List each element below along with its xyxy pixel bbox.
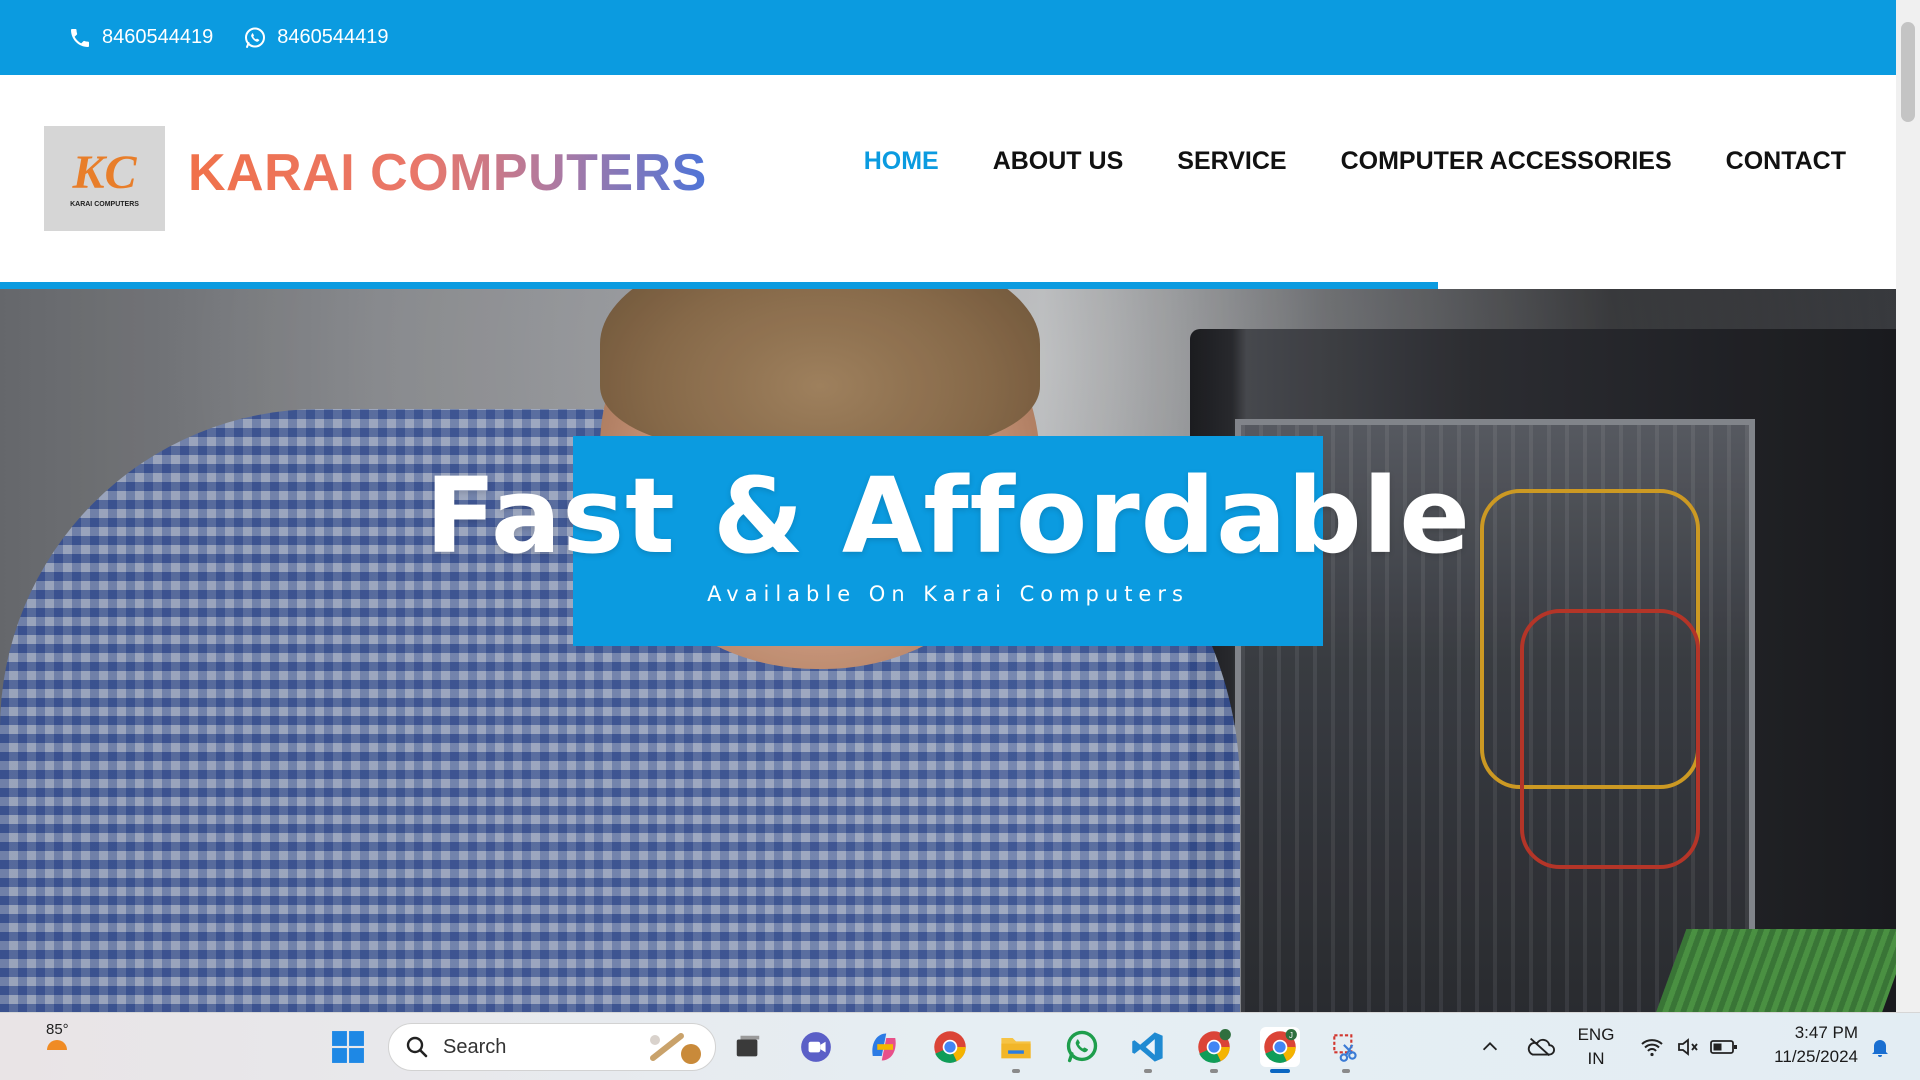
header-accent-line	[0, 282, 1438, 289]
taskbar-search[interactable]: Search	[388, 1023, 716, 1071]
weather-sun-icon	[47, 1040, 68, 1050]
whatsapp-icon[interactable]	[1062, 1027, 1102, 1067]
hero-banner	[0, 289, 1896, 1012]
weather-temperature: 85°	[46, 1021, 69, 1038]
battery-icon[interactable]	[1704, 1027, 1744, 1067]
nav-about-us[interactable]: ABOUT US	[993, 147, 1124, 176]
app-running-indicator	[1210, 1069, 1218, 1073]
whatsapp-icon	[245, 27, 266, 48]
logo-subtext: KARAI COMPUTERS	[70, 201, 139, 208]
app-running-indicator	[1012, 1069, 1020, 1073]
site-logo[interactable]: KC KARAI COMPUTERS	[44, 126, 165, 231]
language-region: IN	[1587, 1049, 1605, 1068]
nav-service[interactable]: SERVICE	[1177, 147, 1286, 176]
task-view-icon[interactable]	[728, 1027, 768, 1067]
main-nav: HOME ABOUT US SERVICE COMPUTER ACCESSORI…	[810, 147, 1846, 176]
clock-time: 3:47 PM	[1794, 1023, 1858, 1042]
taskbar: 85° Search J ENG IN 3:47 PM 11/25/2024	[0, 1012, 1920, 1080]
whatsapp-contact[interactable]: 8460544419	[243, 26, 388, 50]
language-code: ENG	[1577, 1025, 1615, 1044]
meet-icon[interactable]	[796, 1027, 836, 1067]
copilot-icon[interactable]	[864, 1027, 904, 1067]
hero-overlay	[0, 289, 1896, 1012]
onedrive-offline-icon[interactable]	[1520, 1027, 1560, 1067]
chevron-up-icon[interactable]	[1470, 1027, 1510, 1067]
top-contact-bar: 8460544419 8460544419	[0, 0, 1896, 75]
volume-muted-icon[interactable]	[1668, 1027, 1708, 1067]
wifi-icon[interactable]	[1632, 1027, 1672, 1067]
app-running-indicator	[1144, 1069, 1152, 1073]
snipping-tool-icon[interactable]	[1326, 1027, 1366, 1073]
clock-date: 11/25/2024	[1774, 1047, 1858, 1066]
site-header: KC KARAI COMPUTERS KARAI COMPUTERS HOME …	[0, 75, 1896, 282]
chrome-profile-j-icon[interactable]: J	[1260, 1027, 1300, 1073]
whatsapp-number: 8460544419	[277, 26, 389, 48]
nav-home[interactable]: HOME	[864, 147, 939, 176]
nav-contact[interactable]: CONTACT	[1726, 147, 1846, 176]
notification-bell-icon[interactable]	[1860, 1027, 1900, 1067]
scrollbar-thumb[interactable]	[1901, 22, 1915, 122]
search-placeholder: Search	[443, 1035, 507, 1058]
hero-title: Fast & Affordable	[425, 455, 1471, 577]
nav-computer-accessories[interactable]: COMPUTER ACCESSORIES	[1341, 147, 1672, 176]
app-running-indicator	[1342, 1069, 1350, 1073]
svg-text:J: J	[1289, 1031, 1293, 1040]
vscode-icon[interactable]	[1128, 1027, 1168, 1073]
logo-mark: KC	[72, 146, 137, 199]
page-scrollbar[interactable]	[1896, 0, 1920, 1012]
chrome-profile-icon[interactable]	[1194, 1027, 1234, 1073]
windows-start-icon[interactable]	[328, 1027, 368, 1067]
weather-widget[interactable]: 85°	[46, 1021, 69, 1050]
search-highlight-icon	[650, 1033, 701, 1064]
phone-number: 8460544419	[102, 26, 214, 48]
phone-contact[interactable]: 8460544419	[68, 26, 213, 50]
app-active-indicator	[1270, 1069, 1290, 1073]
chrome-icon[interactable]	[930, 1027, 970, 1067]
phone-icon	[71, 28, 89, 47]
language-indicator[interactable]: ENG IN	[1576, 1023, 1616, 1071]
file-explorer-icon[interactable]	[996, 1027, 1036, 1073]
brand-title[interactable]: KARAI COMPUTERS	[188, 143, 707, 203]
hero-subtitle: Available On Karai Computers	[707, 582, 1189, 606]
taskbar-clock[interactable]: 3:47 PM 11/25/2024	[1774, 1021, 1858, 1069]
search-icon	[406, 1036, 428, 1058]
